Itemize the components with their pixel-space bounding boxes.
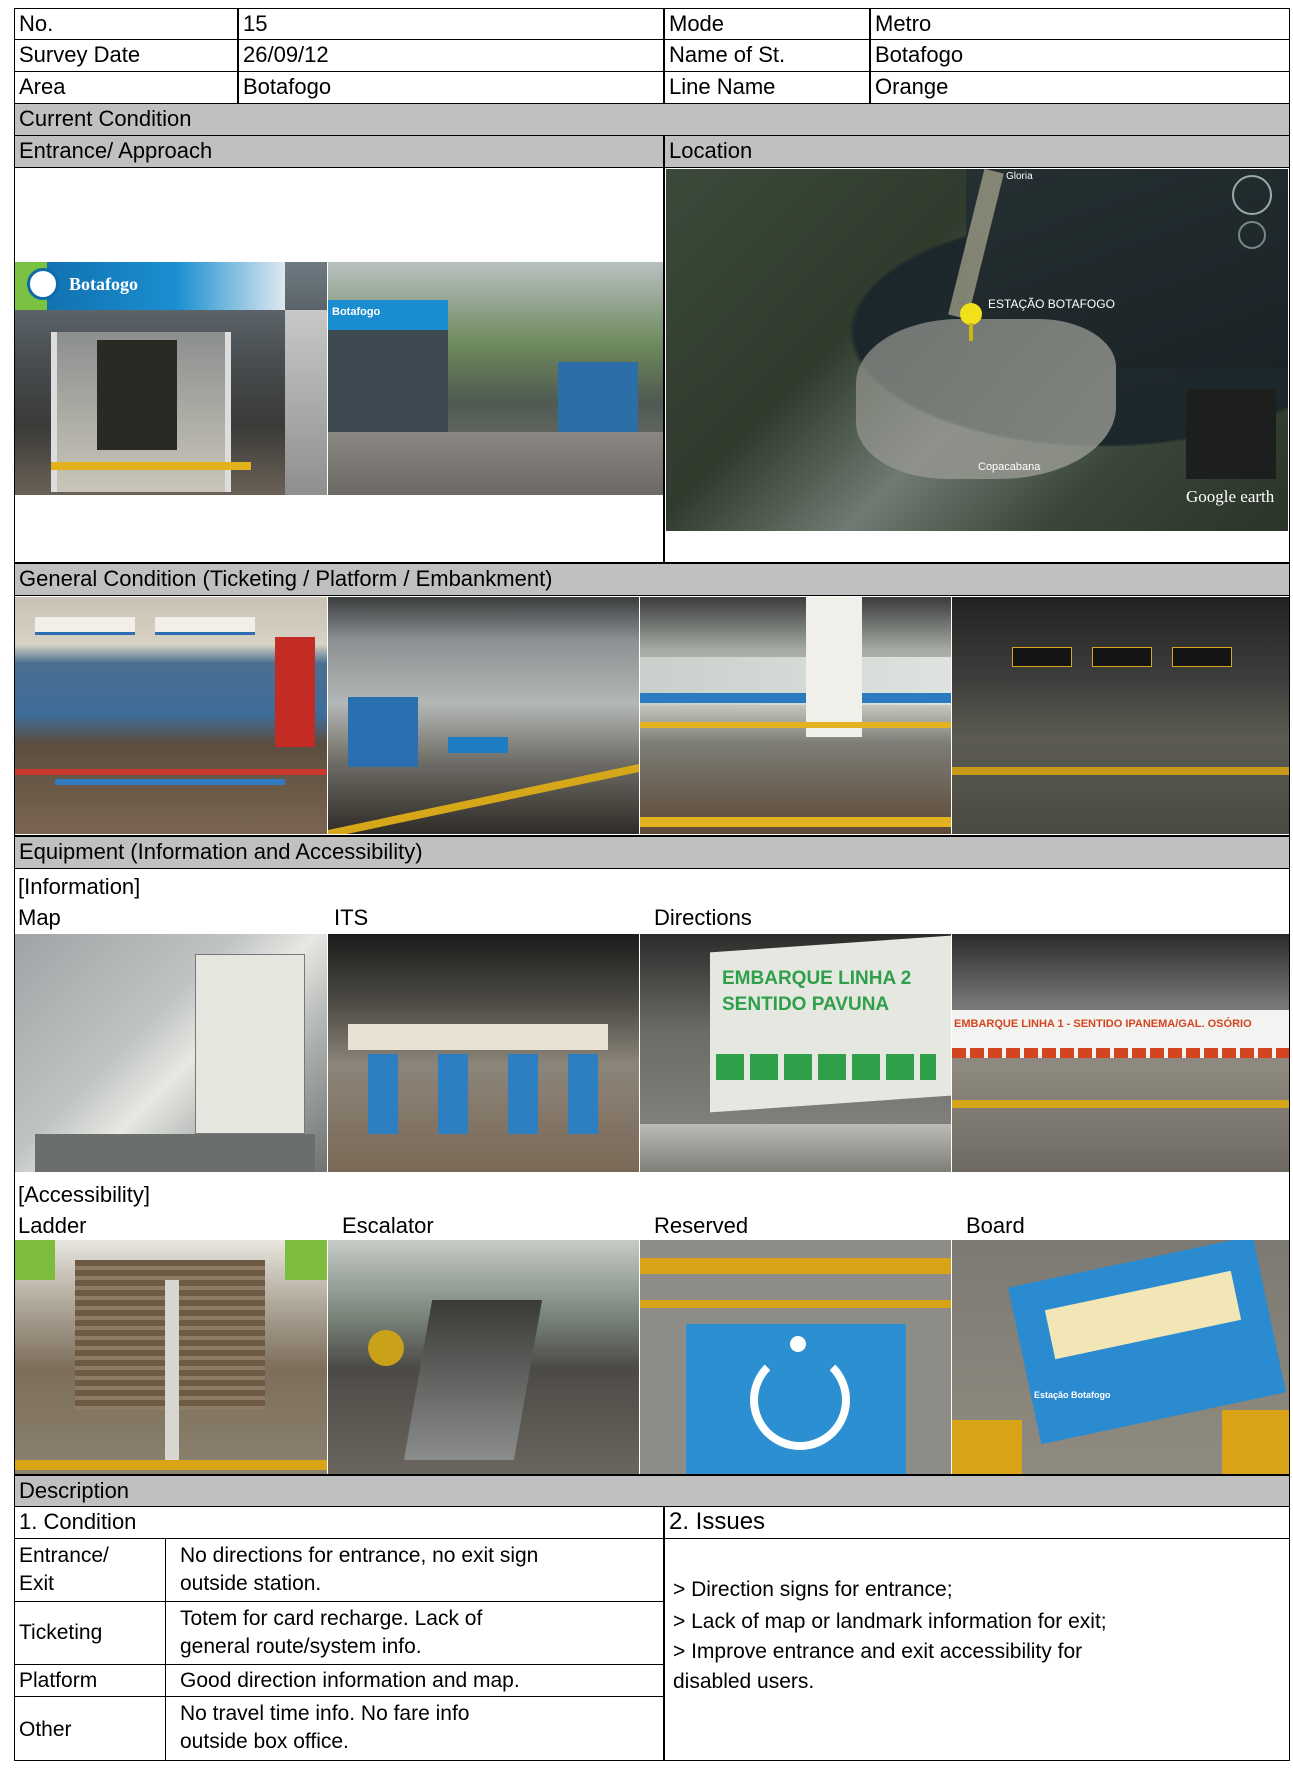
reserved-area-photo xyxy=(640,1240,951,1474)
information-heading: [Information] xyxy=(18,874,141,899)
entrance-sign-text-2: Botafogo xyxy=(332,306,381,318)
survey-date-label: Survey Date xyxy=(14,39,238,72)
issue-item: disabled users. xyxy=(673,1670,815,1693)
ladder-label: Ladder xyxy=(18,1213,87,1238)
condition-row-text-ticketing: Totem for card recharge. Lack of general… xyxy=(165,1601,664,1665)
condition-row-label-platform: Platform xyxy=(14,1664,166,1697)
no-label: No. xyxy=(14,8,238,40)
gloria-map-label: Gloria xyxy=(1006,171,1033,182)
entrance-photo-2: Botafogo xyxy=(328,262,663,495)
condition-row-text-platform: Good direction information and map. xyxy=(165,1664,664,1697)
its-gates-photo xyxy=(328,934,639,1172)
look-control-icon[interactable] xyxy=(1238,221,1266,249)
directions-label: Directions xyxy=(654,905,752,930)
issue-item: > Lack of map or landmark information fo… xyxy=(673,1610,1107,1633)
entrance-sign-text: Botafogo xyxy=(69,274,138,294)
directions-sign-line2: SENTIDO PAVUNA xyxy=(722,994,890,1015)
condition-row-text-other: No travel time info. No fare info outsid… xyxy=(165,1696,664,1761)
mode-label: Mode xyxy=(664,8,870,40)
station-name-label: Name of St. xyxy=(664,39,870,72)
board-label: Board xyxy=(966,1213,1025,1238)
issue-item: > Improve entrance and exit accessibilit… xyxy=(673,1640,1083,1663)
description-heading: Description xyxy=(14,1475,1290,1507)
wheelchair-icon xyxy=(750,1350,850,1450)
direction-arrows-icon xyxy=(716,1054,936,1080)
directions-sign-photo: EMBARQUE LINHA 2 SENTIDO PAVUNA xyxy=(640,934,951,1172)
board-sign-text: Estação Botafogo xyxy=(1034,1390,1111,1400)
metro-logo-icon xyxy=(27,268,59,300)
mode-value: Metro xyxy=(870,8,1290,40)
google-earth-logo: Google earth xyxy=(1186,487,1275,506)
escalator-label: Escalator xyxy=(342,1213,434,1238)
city-area xyxy=(856,319,1116,479)
line-name-value: Orange xyxy=(870,71,1290,104)
issues-box: > Direction signs for entrance; > Lack o… xyxy=(664,1538,1290,1761)
area-value: Botafogo xyxy=(238,71,664,104)
escalator-photo xyxy=(328,1240,639,1474)
entrance-photo-1: Botafogo xyxy=(15,262,327,495)
condition-row-text-entrance: No directions for entrance, no exit sign… xyxy=(165,1538,664,1602)
platform-photo-2 xyxy=(640,597,951,834)
directions-sign-line1: EMBARQUE LINHA 2 xyxy=(722,968,912,989)
system-map-photo xyxy=(15,934,327,1172)
platform-photo-1 xyxy=(328,597,639,834)
banner-text: EMBARQUE LINHA 1 - SENTIDO IPANEMA/GAL. … xyxy=(954,1018,1252,1030)
survey-date-value: 26/09/12 xyxy=(238,39,664,72)
no-value: 15 xyxy=(238,8,664,40)
embankment-photo xyxy=(952,597,1289,834)
equipment-heading: Equipment (Information and Accessibility… xyxy=(14,836,1290,869)
condition-row-label-other: Other xyxy=(14,1696,166,1761)
copacabana-map-label: Copacabana xyxy=(978,461,1041,473)
location-map[interactable]: ESTAÇÃO BOTAFOGO Gloria Copacabana Googl… xyxy=(666,169,1288,531)
issue-item: > Direction signs for entrance; xyxy=(673,1578,953,1601)
line-name-label: Line Name xyxy=(664,71,870,104)
reserved-label: Reserved xyxy=(654,1213,749,1238)
location-pin-icon xyxy=(960,303,982,325)
current-condition-heading: Current Condition xyxy=(14,103,1290,136)
its-label: ITS xyxy=(334,905,369,930)
compass-icon[interactable] xyxy=(1232,175,1272,215)
map-label: Map xyxy=(18,905,61,930)
station-name-value: Botafogo xyxy=(870,39,1290,72)
stairs-photo xyxy=(15,1240,327,1474)
entrance-approach-heading: Entrance/ Approach xyxy=(14,135,664,168)
condition-title: 1. Condition xyxy=(14,1506,664,1539)
platform-banner-photo: EMBARQUE LINHA 1 - SENTIDO IPANEMA/GAL. … xyxy=(952,934,1289,1172)
station-map-label: ESTAÇÃO BOTAFOGO xyxy=(988,297,1115,311)
condition-row-label-ticketing: Ticketing xyxy=(14,1601,166,1665)
tactile-board-photo: Estação Botafogo xyxy=(952,1240,1289,1474)
issues-title: 2. Issues xyxy=(664,1506,1290,1539)
area-label: Area xyxy=(14,71,238,104)
condition-row-label-entrance: Entrance/ Exit xyxy=(14,1538,166,1602)
accessibility-heading: [Accessibility] xyxy=(18,1182,151,1207)
ticketing-photo xyxy=(15,597,327,834)
location-heading: Location xyxy=(664,135,1290,168)
general-condition-heading: General Condition (Ticketing / Platform … xyxy=(14,563,1290,596)
